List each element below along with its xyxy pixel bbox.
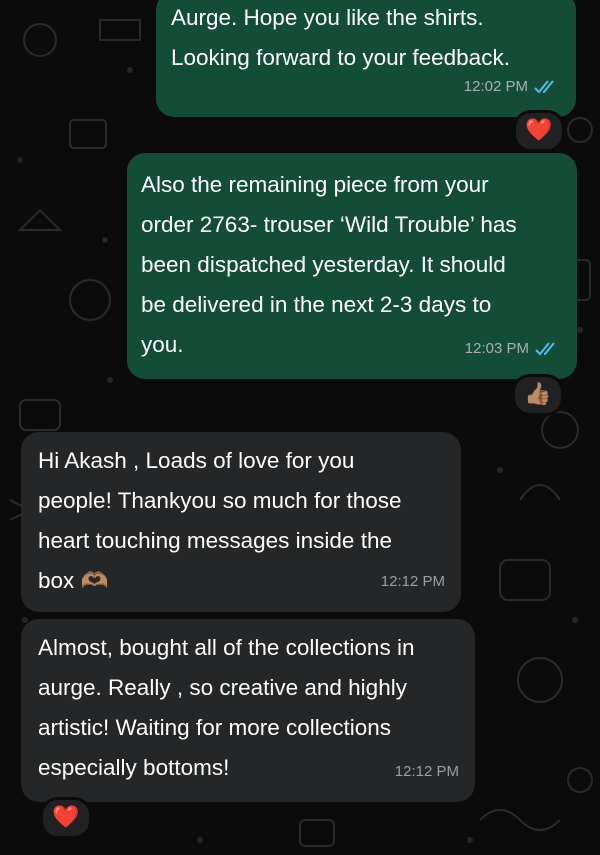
message-bubble-outgoing[interactable]: Aurge. Hope you like the shirts. Looking… <box>156 0 576 117</box>
reaction-badge[interactable]: ❤️ <box>40 797 92 839</box>
message-time: 12:12 PM <box>394 763 459 780</box>
reaction-badge[interactable]: 👍🏽 <box>512 374 564 416</box>
message-meta: 12:03 PM <box>465 329 561 369</box>
heart-reaction-icon: ❤️ <box>52 805 80 830</box>
message-time: 12:02 PM <box>463 78 528 95</box>
message-bubble-incoming[interactable]: Hi Akash , Loads of love for you people!… <box>21 432 461 612</box>
message-meta: 12:12 PM <box>381 562 445 602</box>
reaction-badge[interactable]: ❤️ <box>513 110 565 152</box>
thumbs-up-reaction-icon: 👍🏽 <box>524 382 552 407</box>
message-meta: 12:02 PM <box>464 67 560 107</box>
double-check-icon <box>534 80 554 94</box>
message-time: 12:12 PM <box>380 573 445 590</box>
message-meta: 12:12 PM <box>395 752 459 792</box>
message-bubble-incoming[interactable]: Almost, bought all of the collections in… <box>21 619 475 802</box>
heart-reaction-icon: ❤️ <box>525 118 553 143</box>
message-time: 12:03 PM <box>464 340 529 357</box>
message-bubble-outgoing[interactable]: Also the remaining piece from your order… <box>127 153 577 379</box>
double-check-icon <box>535 342 555 356</box>
